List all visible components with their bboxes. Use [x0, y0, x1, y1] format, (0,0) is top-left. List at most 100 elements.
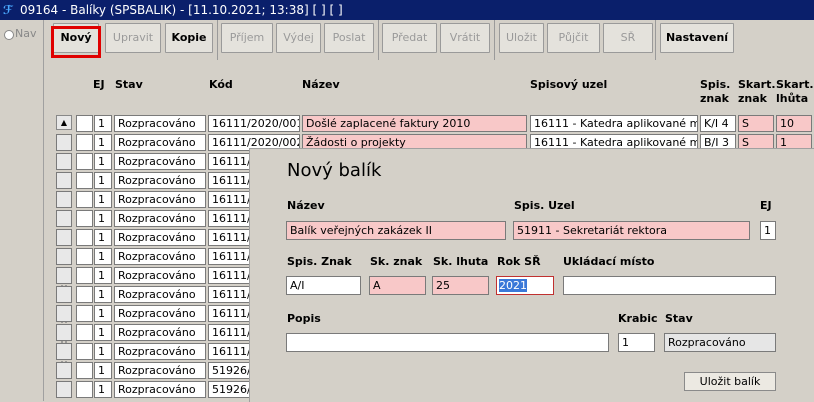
toolbar-button-5[interactable]: Poslat — [324, 23, 374, 53]
spis-znak-input[interactable]: A/I — [286, 276, 361, 295]
cell-znak[interactable]: K/I 4 — [700, 115, 736, 132]
cell-stav[interactable]: Rozpracováno — [114, 362, 206, 379]
cell-stav[interactable]: Rozpracováno — [114, 210, 206, 227]
krabic-input[interactable]: 1 — [618, 333, 655, 352]
cell-kod[interactable]: 16111/2020/001 — [208, 115, 300, 132]
cell-stav[interactable]: Rozpracováno — [114, 343, 206, 360]
cell-stav[interactable]: Rozpracováno — [114, 381, 206, 398]
header-spis-znak: Spis. znak — [700, 78, 731, 105]
row-selector[interactable] — [56, 191, 72, 208]
cell-stav[interactable]: Rozpracováno — [114, 229, 206, 246]
cell-blank[interactable] — [76, 381, 93, 398]
cell-ej[interactable]: 1 — [94, 324, 112, 341]
popis-input[interactable] — [286, 333, 609, 352]
row-selector[interactable] — [56, 267, 72, 284]
cell-ej[interactable]: 1 — [94, 362, 112, 379]
row-selector[interactable] — [56, 134, 72, 151]
cell-ej[interactable]: 1 — [94, 305, 112, 322]
row-selector[interactable] — [56, 381, 72, 398]
save-package-button[interactable]: Uložit balík — [684, 372, 776, 391]
cell-ej[interactable]: 1 — [94, 191, 112, 208]
cell-ej[interactable]: 1 — [94, 115, 112, 132]
cell-ej[interactable]: 1 — [94, 248, 112, 265]
toolbar-button-3[interactable]: Příjem — [221, 23, 273, 53]
cell-blank[interactable] — [76, 343, 93, 360]
header-spisovy-uzel: Spisový uzel — [530, 78, 608, 91]
ukladaci-misto-input[interactable] — [563, 276, 776, 295]
toolbar-button-2[interactable]: Kopie — [165, 23, 213, 53]
label-popis: Popis — [287, 312, 321, 325]
row-selector[interactable] — [56, 229, 72, 246]
scroll-up-button[interactable]: ▲ — [56, 115, 72, 130]
row-selector[interactable] — [56, 172, 72, 189]
row-selector[interactable] — [56, 210, 72, 227]
row-selector[interactable] — [56, 324, 72, 341]
cell-uzel[interactable]: 16111 - Katedra aplikované matem — [530, 115, 698, 132]
row-selector[interactable] — [56, 305, 72, 322]
row-selector[interactable] — [56, 286, 72, 303]
spis-uzel-input[interactable]: 51911 - Sekretariát rektora — [513, 221, 750, 240]
cell-nazev[interactable]: Došlé zaplacené faktury 2010 — [302, 115, 527, 132]
header-skart-znak: Skart. znak — [738, 78, 776, 105]
toolbar-button-10[interactable]: SŘ — [603, 23, 653, 53]
left-panel: Nav — [0, 20, 44, 401]
cell-ej[interactable]: 1 — [94, 134, 112, 151]
cell-stav[interactable]: Rozpracováno — [114, 115, 206, 132]
toolbar-button-4[interactable]: Výdej — [276, 23, 321, 53]
cell-stav[interactable]: Rozpracováno — [114, 248, 206, 265]
toolbar-button-8[interactable]: Uložit — [499, 23, 544, 53]
cell-ej[interactable]: 1 — [94, 172, 112, 189]
nav-radio[interactable] — [4, 30, 14, 40]
cell-stav[interactable]: Rozpracováno — [114, 324, 206, 341]
row-selector[interactable] — [56, 343, 72, 360]
cell-blank[interactable] — [76, 210, 93, 227]
row-selector[interactable] — [56, 362, 72, 379]
cell-ej[interactable]: 1 — [94, 343, 112, 360]
cell-ej[interactable]: 1 — [94, 229, 112, 246]
dialog-title: Nový balík — [287, 160, 382, 181]
toolbar-button-1[interactable]: Upravit — [105, 23, 161, 53]
cell-ej[interactable]: 1 — [94, 153, 112, 170]
cell-blank[interactable] — [76, 115, 93, 132]
nazev-input[interactable]: Balík veřejných zakázek II — [286, 221, 506, 240]
cell-stav[interactable]: Rozpracováno — [114, 286, 206, 303]
cell-blank[interactable] — [76, 134, 93, 151]
cell-blank[interactable] — [76, 324, 93, 341]
cell-blank[interactable] — [76, 267, 93, 284]
sk-znak-input[interactable]: A — [369, 276, 426, 295]
cell-stav[interactable]: Rozpracováno — [114, 305, 206, 322]
cell-ej[interactable]: 1 — [94, 381, 112, 398]
cell-skart-znak[interactable]: S — [738, 115, 774, 132]
cell-blank[interactable] — [76, 305, 93, 322]
row-selector[interactable] — [56, 153, 72, 170]
row-selector[interactable] — [56, 248, 72, 265]
cell-blank[interactable] — [76, 153, 93, 170]
toolbar-button-7[interactable]: Vrátit — [440, 23, 490, 53]
label-ukladaci-misto: Ukládací místo — [563, 255, 655, 268]
cell-blank[interactable] — [76, 191, 93, 208]
cell-skart-lhuta[interactable]: 10 — [776, 115, 812, 132]
cell-stav[interactable]: Rozpracováno — [114, 267, 206, 284]
toolbar-separator — [494, 20, 495, 60]
cell-blank[interactable] — [76, 286, 93, 303]
cell-blank[interactable] — [76, 229, 93, 246]
toolbar-button-9[interactable]: Půjčit — [547, 23, 600, 53]
toolbar-button-11[interactable]: Nastavení — [660, 23, 734, 53]
sk-lhuta-input[interactable]: 25 — [432, 276, 489, 295]
cell-blank[interactable] — [76, 172, 93, 189]
toolbar-button-6[interactable]: Předat — [382, 23, 437, 53]
cell-ej[interactable]: 1 — [94, 210, 112, 227]
cell-blank[interactable] — [76, 362, 93, 379]
label-rok-sr: Rok SŘ — [497, 255, 541, 268]
new-package-dialog — [249, 148, 814, 402]
cell-blank[interactable] — [76, 248, 93, 265]
rok-sr-input[interactable]: 2021 — [496, 276, 554, 295]
cell-ej[interactable]: 1 — [94, 267, 112, 284]
cell-stav[interactable]: Rozpracováno — [114, 191, 206, 208]
cell-stav[interactable]: Rozpracováno — [114, 172, 206, 189]
cell-ej[interactable]: 1 — [94, 286, 112, 303]
ej-input[interactable]: 1 — [760, 221, 776, 240]
nav-label: Nav — [15, 27, 37, 40]
cell-stav[interactable]: Rozpracováno — [114, 153, 206, 170]
cell-stav[interactable]: Rozpracováno — [114, 134, 206, 151]
